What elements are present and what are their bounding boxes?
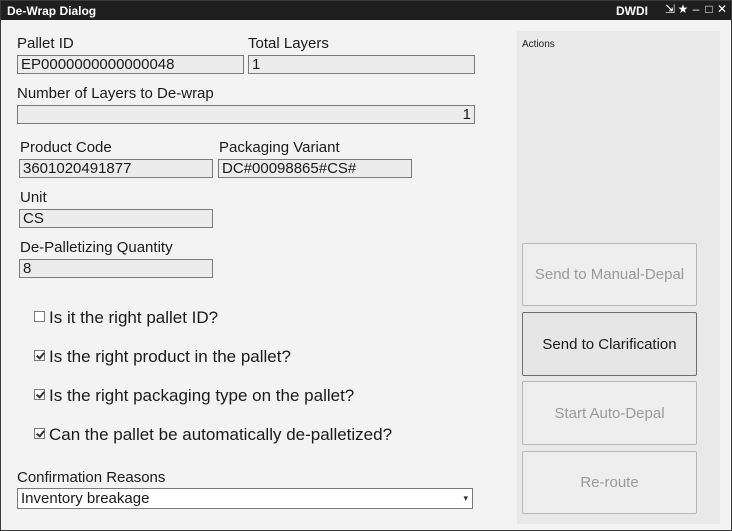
total-layers-label: Total Layers [248, 35, 329, 52]
dialog-code-badge: DWDI [616, 4, 648, 18]
layers-to-dewrap-label: Number of Layers to De-wrap [17, 85, 214, 102]
unit-field[interactable]: CS [19, 209, 213, 228]
window-title: De-Wrap Dialog [7, 4, 97, 18]
product-code-label: Product Code [20, 139, 112, 156]
send-to-manual-depal-button[interactable]: Send to Manual-Depal [522, 243, 697, 306]
selected-reason: Inventory breakage [21, 490, 150, 507]
confirmation-reasons-label: Confirmation Reasons [17, 469, 166, 486]
dropdown-caret-icon[interactable]: ▾ [463, 489, 468, 508]
checkbox[interactable] [34, 428, 45, 439]
check-label: Is the right product in the pallet? [49, 347, 291, 366]
send-to-clarification-button[interactable]: Send to Clarification [522, 312, 697, 376]
pin-icon[interactable]: ⇲ [664, 2, 676, 16]
dewrap-dialog-window: De-Wrap Dialog DWDI ⇲ ★ – □ ✕ Pallet ID … [0, 0, 732, 531]
checkbox[interactable] [34, 350, 45, 361]
checkbox[interactable] [34, 311, 45, 322]
product-code-field[interactable]: 3601020491877 [19, 159, 213, 178]
depal-quantity-field[interactable]: 8 [19, 259, 213, 278]
depal-quantity-label: De-Palletizing Quantity [20, 239, 173, 256]
check-label: Can the pallet be automatically de-palle… [49, 425, 393, 444]
close-icon[interactable]: ✕ [716, 2, 728, 16]
actions-title: Actions [522, 39, 555, 50]
pallet-id-label: Pallet ID [17, 35, 74, 52]
maximize-icon[interactable]: □ [703, 2, 715, 16]
total-layers-field[interactable]: 1 [248, 55, 475, 74]
star-icon[interactable]: ★ [677, 2, 689, 16]
re-route-button[interactable]: Re-route [522, 451, 697, 514]
pallet-id-field[interactable]: EP0000000000000048 [17, 55, 244, 74]
start-auto-depal-button[interactable]: Start Auto-Depal [522, 381, 697, 445]
minimize-icon[interactable]: – [690, 2, 702, 16]
confirmation-reasons-select[interactable]: Inventory breakage ▾ [17, 488, 473, 509]
unit-label: Unit [20, 189, 47, 206]
packaging-variant-label: Packaging Variant [219, 139, 340, 156]
check-label: Is it the right pallet ID? [49, 308, 219, 327]
layers-to-dewrap-field[interactable]: 1 [17, 105, 475, 124]
packaging-variant-field[interactable]: DC#00098865#CS# [218, 159, 412, 178]
checkbox[interactable] [34, 389, 45, 400]
check-label: Is the right packaging type on the palle… [49, 386, 355, 405]
title-bar[interactable]: De-Wrap Dialog DWDI ⇲ ★ – □ ✕ [1, 1, 731, 20]
actions-panel: Actions Send to Manual-Depal Send to Cla… [517, 31, 720, 524]
